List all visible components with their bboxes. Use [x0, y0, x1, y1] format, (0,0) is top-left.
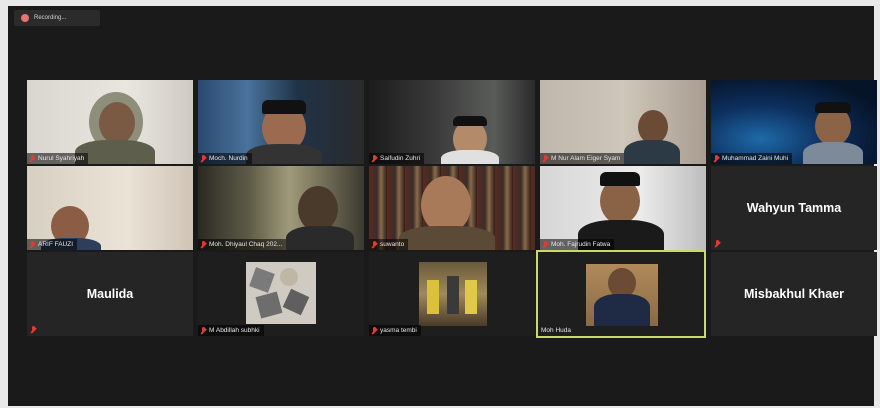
meeting-window: Recording... Nurul Syahriyah Moch. Nurdi…	[8, 6, 877, 406]
participant-name-label: Moch. Nurdin	[209, 155, 248, 162]
participant-tile-nuralam[interactable]: M Nur Alam Eiger Syam	[540, 80, 706, 164]
recording-indicator[interactable]: Recording...	[14, 10, 100, 26]
mic-muted-icon	[372, 241, 377, 248]
participant-name-label: Saifudin Zuhri	[380, 155, 421, 162]
participant-display-name: Maulida	[86, 287, 134, 301]
video-feed	[369, 80, 535, 164]
mic-muted-icon	[714, 155, 719, 162]
participant-tile-nurul[interactable]: Nurul Syahriyah	[27, 80, 193, 164]
participant-tile-wahyun[interactable]: Wahyun Tamma	[711, 166, 877, 250]
mic-muted-icon	[543, 241, 548, 248]
participant-name: ARIF FAUZI	[27, 239, 78, 250]
participant-name: yasma tembi	[369, 325, 421, 336]
participant-name-label: Moh. Fajrudin Fatwa	[551, 241, 611, 248]
video-feed	[369, 252, 535, 336]
participant-name: Nurul Syahriyah	[27, 153, 89, 164]
mic-muted-icon	[30, 241, 35, 248]
participant-name: Moch. Nurdin	[198, 153, 252, 164]
participant-name-label: Muhammad Zaini Muhi	[722, 155, 789, 162]
participant-name: Moh Huda	[538, 325, 575, 336]
video-feed	[27, 166, 193, 250]
video-feed	[540, 80, 706, 164]
participant-tile-dhiyaul[interactable]: Moh. Dhiyaul Chaq 202...	[198, 166, 364, 250]
participant-name: Saifudin Zuhri	[369, 153, 425, 164]
participant-tile-fajrudin[interactable]: Moh. Fajrudin Fatwa	[540, 166, 706, 250]
participant-tile-maulida[interactable]: Maulida	[27, 252, 193, 336]
participant-tile-zaini[interactable]: Muhammad Zaini Muhi	[711, 80, 877, 164]
mic-muted-icon	[715, 240, 720, 247]
participant-display-name: Misbakhul Khaer	[743, 287, 845, 301]
participant-name-label: suwanto	[380, 241, 405, 248]
participant-name: Muhammad Zaini Muhi	[711, 153, 793, 164]
video-feed	[711, 80, 877, 164]
participant-name-label: M Abdillah subhki	[209, 327, 260, 334]
video-feed	[538, 252, 704, 336]
participant-name-label: Moh. Dhiyaul Chaq 202...	[209, 241, 283, 248]
participant-tile-yasma[interactable]: yasma tembi	[369, 252, 535, 336]
mic-muted-icon	[31, 326, 36, 333]
participant-name-label: yasma tembi	[380, 327, 417, 334]
participant-name: Moh. Fajrudin Fatwa	[540, 239, 615, 250]
mic-muted-icon	[201, 327, 206, 334]
participant-tile-saifudin[interactable]: Saifudin Zuhri	[369, 80, 535, 164]
video-feed	[369, 166, 535, 250]
video-feed	[198, 252, 364, 336]
participant-tile-misbakhul[interactable]: Misbakhul Khaer	[711, 252, 877, 336]
mic-muted-icon	[201, 155, 206, 162]
mic-muted-icon	[30, 155, 35, 162]
participant-tile-nurdin[interactable]: Moch. Nurdin	[198, 80, 364, 164]
participant-tile-huda-active-speaker[interactable]: Moh Huda	[536, 250, 706, 338]
recording-label: Recording...	[34, 15, 67, 21]
mic-muted-icon	[372, 155, 377, 162]
participant-tile-arif[interactable]: ARIF FAUZI	[27, 166, 193, 250]
participant-name: suwanto	[369, 239, 409, 250]
participant-name-label: Moh Huda	[541, 327, 571, 334]
participant-display-name: Wahyun Tamma	[746, 201, 842, 215]
participant-name: Moh. Dhiyaul Chaq 202...	[198, 239, 287, 250]
participant-name-label: Nurul Syahriyah	[38, 155, 85, 162]
video-feed	[27, 80, 193, 164]
mic-muted-icon	[372, 327, 377, 334]
mic-muted-icon	[543, 155, 548, 162]
video-feed	[198, 166, 364, 250]
participant-name: M Abdillah subhki	[198, 325, 264, 336]
mic-muted-icon	[201, 241, 206, 248]
video-feed	[540, 166, 706, 250]
participant-name-label: ARIF FAUZI	[38, 241, 74, 248]
recording-dot-icon	[21, 14, 29, 22]
video-feed	[198, 80, 364, 164]
participant-tile-suwanto[interactable]: suwanto	[369, 166, 535, 250]
participant-name: M Nur Alam Eiger Syam	[540, 153, 625, 164]
participant-tile-abdillah[interactable]: M Abdillah subhki	[198, 252, 364, 336]
participant-name-label: M Nur Alam Eiger Syam	[551, 155, 621, 162]
